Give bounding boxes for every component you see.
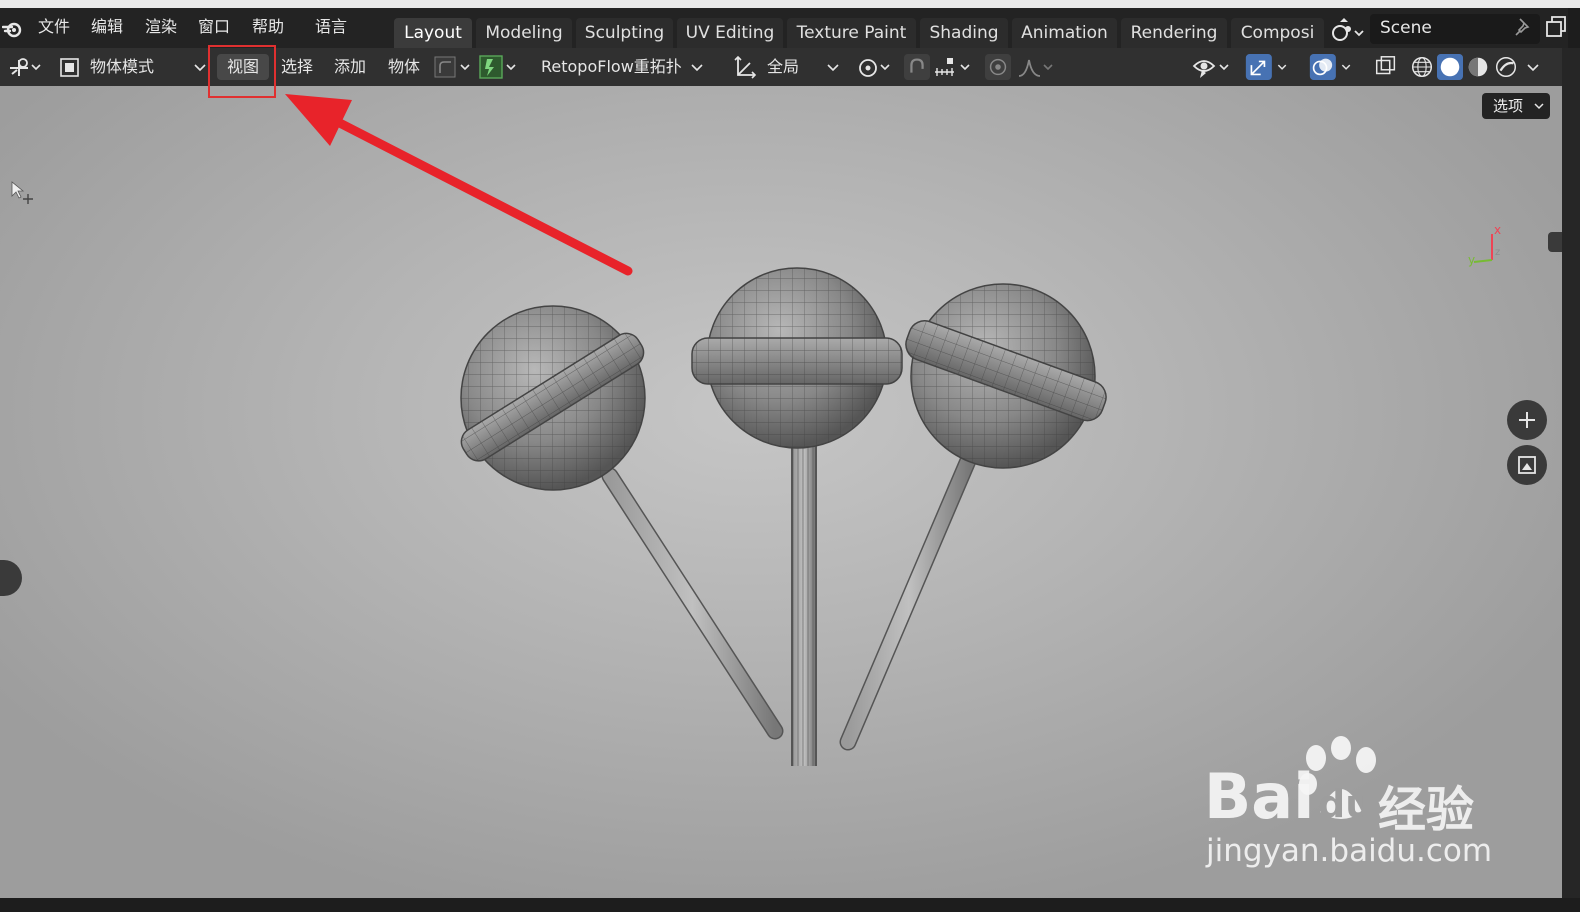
retopoflow-menu[interactable]: RetopoFlow重拓扑 (541, 54, 682, 80)
snap-increment-icon[interactable] (932, 54, 976, 80)
tab-modeling[interactable]: Modeling (476, 18, 572, 48)
bottom-bar (0, 898, 1580, 912)
scene-name-text: Scene (1380, 18, 1432, 38)
top-menubar: 文件 编辑 渲染 窗口 帮助 语言 Layout Modeling Sculpt… (0, 8, 1568, 48)
chevron-down-icon[interactable] (688, 54, 706, 80)
transform-orientation-icon (734, 55, 757, 79)
tab-compositing[interactable]: Composi (1231, 18, 1324, 48)
select-menu-button[interactable]: 选择 (281, 54, 313, 80)
annotation-arrow (285, 94, 633, 276)
object-menu-button[interactable]: 物体 (388, 54, 420, 80)
snap-magnet-icon[interactable] (903, 54, 931, 80)
highlight-box (208, 45, 276, 98)
pin-icon[interactable] (1513, 16, 1533, 38)
tab-texture-paint[interactable]: Texture Paint (787, 18, 916, 48)
new-scene-icon[interactable] (1545, 15, 1567, 39)
scene-selector-icon[interactable] (1328, 16, 1368, 48)
visibility-eye-icon[interactable] (1192, 54, 1234, 80)
tab-animation[interactable]: Animation (1012, 18, 1117, 48)
solid-shading-icon[interactable] (1436, 54, 1464, 80)
chevron-down-icon[interactable] (824, 54, 842, 80)
3d-viewport[interactable]: 选项 x y z (0, 86, 1562, 898)
pivot-point-icon[interactable] (855, 54, 895, 80)
gizmo-toggle-icon[interactable] (1244, 54, 1296, 80)
menu-render[interactable]: 渲染 (145, 16, 177, 38)
window-title-strip (0, 0, 1580, 8)
tab-uv-editing[interactable]: UV Editing (677, 18, 783, 48)
blender-logo-icon[interactable] (2, 19, 22, 39)
tab-shading[interactable]: Shading (920, 18, 1008, 48)
wireframe-shading-icon[interactable] (1408, 54, 1436, 80)
proportional-falloff-icon[interactable] (1016, 54, 1060, 80)
menu-language[interactable]: 语言 (315, 16, 347, 38)
material-shading-icon[interactable] (1464, 54, 1492, 80)
overlays-toggle-icon[interactable] (1308, 54, 1360, 80)
menu-file[interactable]: 文件 (38, 16, 70, 38)
snap-element-icon[interactable] (432, 54, 476, 80)
right-edge-panel (1562, 48, 1580, 898)
tab-sculpting[interactable]: Sculpting (576, 18, 673, 48)
tab-rendering[interactable]: Rendering (1121, 18, 1227, 48)
transform-orientation-selector[interactable]: 全局 (767, 54, 799, 80)
menu-window[interactable]: 窗口 (198, 16, 230, 38)
menu-help[interactable]: 帮助 (252, 16, 284, 38)
watermark-brand-a: Bai (1204, 760, 1315, 833)
watermark-brand-cn: 经验 (1378, 782, 1475, 838)
retopoflow-icon[interactable] (478, 54, 522, 80)
chevron-down-icon[interactable] (192, 54, 208, 80)
proportional-editing-icon[interactable] (984, 54, 1012, 80)
editor-type-icon[interactable] (6, 54, 42, 80)
mode-selector[interactable]: 物体模式 (90, 54, 154, 80)
tab-layout[interactable]: Layout (394, 18, 472, 48)
menu-edit[interactable]: 编辑 (91, 16, 123, 38)
rendered-shading-icon[interactable] (1492, 54, 1520, 80)
watermark-url: jingyan.baidu.com (1206, 833, 1493, 869)
add-menu-button[interactable]: 添加 (334, 54, 366, 80)
xray-toggle-icon[interactable] (1372, 54, 1400, 80)
chevron-down-icon[interactable] (1524, 54, 1542, 80)
watermark-brand-b: du (1318, 782, 1373, 826)
object-mode-icon (60, 58, 79, 77)
